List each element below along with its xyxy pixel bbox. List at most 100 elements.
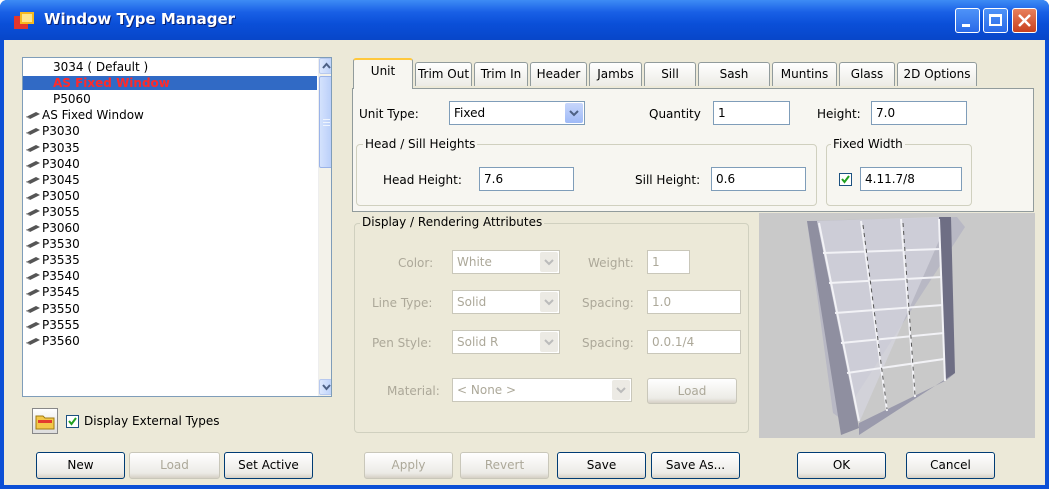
pen-style-dropdown-button[interactable]: [540, 332, 558, 352]
display-rendering-title: Display / Rendering Attributes: [360, 215, 545, 229]
checkmark-icon: [68, 417, 77, 426]
external-type-icon: [26, 112, 40, 120]
chevron-down-icon: [322, 384, 331, 391]
tab-glass[interactable]: Glass: [839, 62, 895, 86]
head-height-input[interactable]: 7.6: [479, 167, 574, 191]
checkmark-icon: [841, 175, 850, 184]
list-item[interactable]: P3530: [23, 237, 317, 251]
list-item-label: P3050: [42, 188, 80, 203]
list-item-label: P3535: [42, 253, 80, 268]
list-item[interactable]: P3535: [23, 253, 317, 267]
list-item[interactable]: P5060: [23, 92, 317, 106]
material-dropdown-button[interactable]: [612, 380, 630, 400]
tab-2d-options[interactable]: 2D Options: [897, 62, 977, 86]
material-label: Material:: [387, 384, 440, 398]
tab-trim-in[interactable]: Trim In: [474, 62, 528, 86]
minimize-icon: [962, 24, 970, 27]
material-select[interactable]: < None >: [452, 378, 632, 402]
list-item[interactable]: P3045: [23, 173, 317, 187]
color-dropdown-button[interactable]: [540, 252, 558, 272]
unit-type-dropdown-button[interactable]: [565, 103, 583, 123]
external-type-icon: [26, 128, 40, 136]
list-item[interactable]: P3050: [23, 189, 317, 203]
external-type-icon: [26, 321, 40, 329]
chevron-up-icon: [322, 62, 331, 69]
list-item[interactable]: P3540: [23, 269, 317, 283]
vertical-scrollbar[interactable]: [318, 58, 331, 396]
quantity-input[interactable]: 1: [713, 101, 790, 125]
sill-height-input[interactable]: 0.6: [711, 167, 806, 191]
spacing-input[interactable]: 1.0: [647, 290, 741, 314]
pen-style-select[interactable]: Solid R: [452, 330, 560, 354]
external-type-icon: [26, 176, 40, 184]
list-item-label: P5060: [53, 92, 91, 107]
tab-sill[interactable]: Sill: [644, 62, 696, 86]
list-item-label: P3045: [42, 172, 80, 187]
unit-tab-panel: Unit Type: Fixed Quantity 1 Height: 7.0 …: [352, 88, 1034, 212]
tab-unit[interactable]: Unit: [353, 58, 413, 89]
close-button[interactable]: [1012, 8, 1037, 33]
save-as-button[interactable]: Save As...: [651, 452, 740, 479]
color-select[interactable]: White: [452, 250, 560, 274]
line-type-dropdown-button[interactable]: [540, 292, 558, 312]
fixed-width-input[interactable]: 4.11.7/8: [860, 167, 962, 191]
spacing-input-2[interactable]: 0.0.1/4: [647, 330, 741, 354]
cancel-button[interactable]: Cancel: [906, 452, 995, 479]
tab-muntins[interactable]: Muntins: [772, 62, 837, 86]
list-item[interactable]: P3035: [23, 141, 317, 155]
list-item[interactable]: P3545: [23, 285, 317, 299]
list-item[interactable]: P3055: [23, 205, 317, 219]
list-item[interactable]: AS Fixed Window: [23, 76, 317, 91]
quantity-label: Quantity: [649, 107, 701, 121]
minimize-button[interactable]: [955, 8, 980, 33]
chevron-down-icon: [544, 259, 554, 266]
window-3d-preview[interactable]: [759, 213, 1035, 438]
title-bar[interactable]: Window Type Manager: [0, 0, 1049, 40]
list-item[interactable]: P3040: [23, 157, 317, 171]
material-load-button[interactable]: Load: [647, 378, 737, 404]
list-item-label: P3555: [42, 317, 80, 332]
window-preview-image: [807, 217, 965, 435]
line-type-select[interactable]: Solid: [452, 290, 560, 314]
list-item[interactable]: P3030: [23, 124, 317, 138]
pen-style-value: Solid R: [457, 335, 499, 349]
list-item[interactable]: P3560: [23, 334, 317, 348]
revert-button[interactable]: Revert: [460, 452, 549, 479]
list-item-label: P3545: [42, 285, 80, 300]
list-item[interactable]: P3555: [23, 318, 317, 332]
weight-input[interactable]: 1: [647, 250, 690, 274]
list-item[interactable]: 3034 ( Default ): [23, 60, 317, 74]
line-type-label: Line Type:: [372, 296, 433, 310]
apply-button[interactable]: Apply: [364, 452, 453, 479]
tab-sash[interactable]: Sash: [698, 62, 770, 86]
list-item[interactable]: P3060: [23, 221, 317, 235]
spacing-label-2: Spacing:: [582, 336, 634, 350]
save-button[interactable]: Save: [557, 452, 646, 479]
folder-button[interactable]: [32, 408, 58, 434]
window-title: Window Type Manager: [44, 10, 236, 28]
list-item[interactable]: P3550: [23, 302, 317, 316]
ok-button[interactable]: OK: [797, 452, 886, 479]
sill-height-label: Sill Height:: [635, 173, 701, 187]
external-type-icon: [26, 160, 40, 168]
fixed-width-checkbox[interactable]: [839, 173, 852, 186]
window-types-listbox[interactable]: 3034 ( Default ) AS Fixed Window P5060 AS F…: [22, 57, 332, 397]
display-external-types-checkbox[interactable]: [66, 415, 79, 428]
tab-header[interactable]: Header: [530, 62, 587, 86]
tab-jambs[interactable]: Jambs: [589, 62, 642, 86]
load-button[interactable]: Load: [129, 452, 220, 479]
window-type-manager-icon: [14, 12, 34, 29]
list-item[interactable]: AS Fixed Window: [23, 108, 317, 122]
list-item-label: P3055: [42, 204, 80, 219]
scroll-up-button[interactable]: [319, 58, 331, 74]
height-input[interactable]: 7.0: [871, 101, 967, 125]
line-type-value: Solid: [457, 295, 487, 309]
scroll-thumb[interactable]: [319, 76, 331, 168]
new-button[interactable]: New: [36, 452, 125, 479]
maximize-button[interactable]: [983, 8, 1008, 33]
set-active-button[interactable]: Set Active: [224, 452, 313, 479]
unit-type-select[interactable]: Fixed: [449, 101, 585, 125]
close-icon: [1018, 14, 1031, 27]
scroll-down-button[interactable]: [319, 379, 331, 395]
tab-trim-out[interactable]: Trim Out: [415, 62, 472, 86]
